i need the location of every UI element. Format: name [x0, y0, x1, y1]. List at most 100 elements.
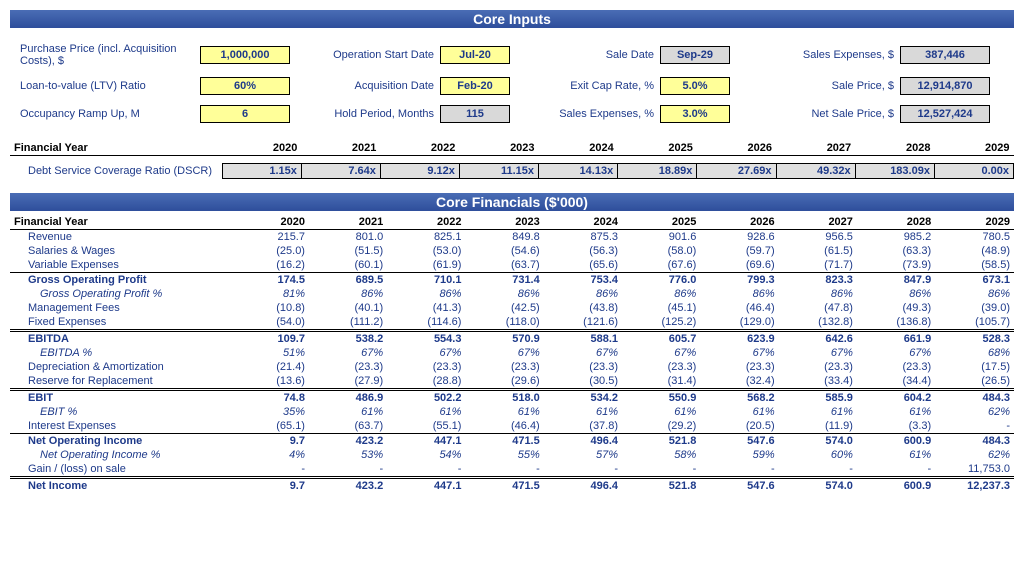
- fy-label: Financial Year: [10, 215, 231, 230]
- fin-cell: 86%: [309, 287, 387, 301]
- fin-row-interest: Interest Expenses(65.1)(63.7)(55.1)(46.4…: [10, 419, 1014, 434]
- ltv-label: Loan-to-value (LTV) Ratio: [20, 80, 200, 92]
- fin-row-var-exp: Variable Expenses(16.2)(60.1)(61.9)(63.7…: [10, 258, 1014, 273]
- fin-cell: (25.0): [231, 244, 309, 258]
- core-inputs-header: Core Inputs: [10, 10, 1014, 28]
- fin-row-label: Revenue: [10, 230, 231, 245]
- fin-cell: 61%: [779, 405, 857, 419]
- fy-header-row: Financial Year 2020 2021 2022 2023 2024 …: [10, 141, 1014, 156]
- fin-cell: (59.7): [700, 244, 778, 258]
- fin-cell: (32.4): [700, 374, 778, 390]
- fin-cell: (58.0): [622, 244, 700, 258]
- fin-row-label: Fixed Expenses: [10, 315, 231, 331]
- fin-cell: (23.3): [309, 360, 387, 374]
- fin-cell: (61.5): [779, 244, 857, 258]
- fin-cell: (132.8): [779, 315, 857, 331]
- fin-cell: 550.9: [622, 390, 700, 406]
- fin-cell: 447.1: [387, 434, 465, 449]
- exit-cap-input[interactable]: 5.0%: [660, 77, 730, 95]
- fin-cell: (26.5): [935, 374, 1014, 390]
- fin-cell: 710.1: [387, 273, 465, 288]
- fin-cell: 423.2: [309, 434, 387, 449]
- fin-cell: 62%: [935, 405, 1014, 419]
- fin-cell: -: [700, 462, 778, 478]
- op-start-label: Operation Start Date: [330, 49, 440, 61]
- year-cell: 2024: [539, 141, 618, 156]
- fin-cell: 54%: [387, 448, 465, 462]
- fin-cell: 67%: [544, 346, 622, 360]
- ramp-input[interactable]: 6: [200, 105, 290, 123]
- fin-cell: 58%: [622, 448, 700, 462]
- fin-row-ebitda: EBITDA109.7538.2554.3570.9588.1605.7623.…: [10, 331, 1014, 347]
- op-start-input[interactable]: Jul-20: [440, 46, 510, 64]
- fin-cell: 588.1: [544, 331, 622, 347]
- fin-cell: 928.6: [700, 230, 778, 245]
- fin-cell: (29.6): [465, 374, 543, 390]
- year-cell: 2026: [700, 215, 778, 230]
- fin-row-noi: Net Operating Income9.7423.2447.1471.549…: [10, 434, 1014, 449]
- fin-cell: 642.6: [779, 331, 857, 347]
- fin-cell: 673.1: [935, 273, 1014, 288]
- fin-cell: 86%: [465, 287, 543, 301]
- exit-cap-label: Exit Cap Rate, %: [550, 80, 660, 92]
- year-cell: 2028: [855, 141, 934, 156]
- dscr-row: Debt Service Coverage Ratio (DSCR) 1.15x…: [10, 164, 1014, 179]
- fin-cell: 67%: [309, 346, 387, 360]
- fin-cell: 68%: [935, 346, 1014, 360]
- fin-cell: 86%: [622, 287, 700, 301]
- purchase-price-input[interactable]: 1,000,000: [200, 46, 290, 64]
- acq-date-label: Acquisition Date: [330, 80, 440, 92]
- fin-cell: (21.4): [231, 360, 309, 374]
- year-cell: 2024: [544, 215, 622, 230]
- inputs-grid: Purchase Price (incl. Acquisition Costs)…: [20, 43, 1004, 123]
- acq-date-input[interactable]: Feb-20: [440, 77, 510, 95]
- fin-cell: (55.1): [387, 419, 465, 434]
- fin-cell: 823.3: [779, 273, 857, 288]
- fin-cell: (47.8): [779, 301, 857, 315]
- fin-cell: 538.2: [309, 331, 387, 347]
- dscr-value: 27.69x: [697, 164, 776, 179]
- ltv-input[interactable]: 60%: [200, 77, 290, 95]
- fin-cell: (23.3): [387, 360, 465, 374]
- fin-cell: (23.3): [465, 360, 543, 374]
- fin-cell: (54.6): [465, 244, 543, 258]
- fin-cell: 471.5: [465, 434, 543, 449]
- fin-cell: (129.0): [700, 315, 778, 331]
- fin-cell: 86%: [779, 287, 857, 301]
- fin-cell: 53%: [309, 448, 387, 462]
- fin-cell: 61%: [622, 405, 700, 419]
- fin-cell: -: [465, 462, 543, 478]
- fin-cell: 67%: [622, 346, 700, 360]
- dscr-value: 49.32x: [776, 164, 855, 179]
- fin-cell: 554.3: [387, 331, 465, 347]
- fin-cell: (40.1): [309, 301, 387, 315]
- sales-exp-pct-input[interactable]: 3.0%: [660, 105, 730, 123]
- core-financials-header: Core Financials ($'000): [10, 193, 1014, 211]
- fin-cell: (111.2): [309, 315, 387, 331]
- fin-cell: -: [544, 462, 622, 478]
- fin-cell: (42.5): [465, 301, 543, 315]
- fin-cell: 875.3: [544, 230, 622, 245]
- fin-header-row: Financial Year 2020 2021 2022 2023 2024 …: [10, 215, 1014, 230]
- fin-row-salaries: Salaries & Wages(25.0)(51.5)(53.0)(54.6)…: [10, 244, 1014, 258]
- fin-row-label: Reserve for Replacement: [10, 374, 231, 390]
- fin-cell: 9.7: [231, 478, 309, 494]
- dscr-value: 1.15x: [222, 164, 301, 179]
- sale-price-value: 12,914,870: [900, 77, 990, 95]
- fin-cell: (16.2): [231, 258, 309, 273]
- fin-cell: 109.7: [231, 331, 309, 347]
- fin-cell: (45.1): [622, 301, 700, 315]
- fin-cell: 534.2: [544, 390, 622, 406]
- fin-cell: 4%: [231, 448, 309, 462]
- year-cell: 2027: [779, 215, 857, 230]
- fin-row-noi-pct: Net Operating Income %4%53%54%55%57%58%5…: [10, 448, 1014, 462]
- fin-cell: (33.4): [779, 374, 857, 390]
- year-cell: 2020: [231, 215, 309, 230]
- fin-row-label: Net Operating Income: [10, 434, 231, 449]
- fin-row-net-income: Net Income9.7423.2447.1471.5496.4521.854…: [10, 478, 1014, 494]
- fin-cell: (53.0): [387, 244, 465, 258]
- fin-cell: (49.3): [857, 301, 935, 315]
- fin-cell: (20.5): [700, 419, 778, 434]
- fin-cell: (58.5): [935, 258, 1014, 273]
- fin-cell: 86%: [935, 287, 1014, 301]
